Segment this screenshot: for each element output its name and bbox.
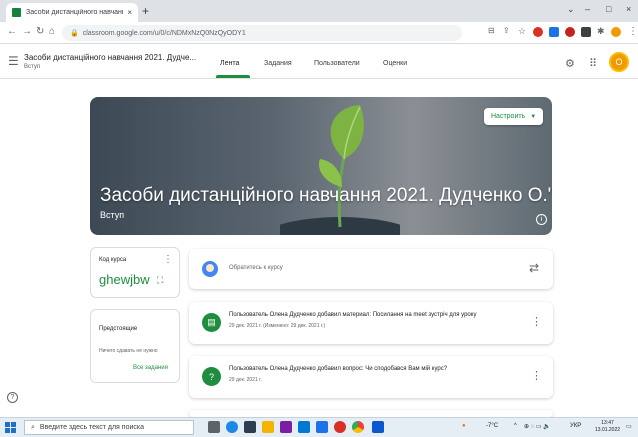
notifications-icon[interactable]: ▭ xyxy=(626,423,632,430)
banner-title: Засоби дистанційного навчання 2021. Дудч… xyxy=(100,185,552,206)
post-title: Пользователь Олена Дудченко добавил вопр… xyxy=(229,366,448,372)
tab-search-icon[interactable]: ⌄ xyxy=(567,4,575,15)
home-icon[interactable]: ⌂ xyxy=(49,26,55,37)
back-icon[interactable]: ← xyxy=(7,26,17,37)
task-view-icon[interactable] xyxy=(208,421,220,433)
class-code-card: Код курса ⋮ ghewjbw ⛶ xyxy=(90,247,180,298)
upcoming-title: Предстоящие xyxy=(99,326,138,332)
stream-post-partial xyxy=(189,410,553,417)
active-tab-indicator xyxy=(216,75,250,78)
user-avatar xyxy=(202,261,218,277)
app-icon[interactable] xyxy=(372,421,384,433)
help-icon[interactable]: ? xyxy=(7,392,18,403)
store-icon[interactable] xyxy=(244,421,256,433)
address-url: classroom.google.com/u/0/c/NDMxNzQ0NzQyO… xyxy=(82,29,246,37)
class-banner: Настроить ▼ Засоби дистанційного навчанн… xyxy=(90,97,552,235)
view-all-link[interactable]: Все задания xyxy=(133,365,168,371)
taskbar-clock[interactable]: 13:47 13.01.2022 xyxy=(595,420,620,434)
bookmark-star-icon[interactable]: ☆ xyxy=(518,26,526,37)
class-subtitle: Вступ xyxy=(24,64,41,70)
close-window-button[interactable]: × xyxy=(626,4,631,14)
stream-post[interactable]: ▤ Пользователь Олена Дудченко добавил ма… xyxy=(189,302,553,344)
opera-icon[interactable] xyxy=(334,421,346,433)
weather-icon[interactable]: ● xyxy=(462,423,466,429)
lock-icon: 🔒 xyxy=(70,30,79,37)
class-code-value: ghewjbw xyxy=(99,272,150,287)
new-tab-button[interactable]: + xyxy=(142,4,149,18)
settings-gear-icon[interactable]: ⚙ xyxy=(565,57,575,70)
windows-taskbar: ⌕ Введите здесь текст для поиска ● -7°C … xyxy=(0,417,638,437)
share-with-class-box[interactable]: Обратитесь к курсу ⇄ xyxy=(189,249,553,289)
browser-tabstrip: Засоби дистанційного навчанн × + ⌄ – □ × xyxy=(0,0,638,22)
upcoming-text: Ничего сдавать не нужно xyxy=(99,348,158,354)
tab-stream[interactable]: Лента xyxy=(220,60,239,67)
search-icon: ⌕ xyxy=(31,423,35,431)
customize-label: Настроить xyxy=(491,113,526,120)
dropdown-caret-icon: ▼ xyxy=(530,113,537,120)
class-info-icon[interactable]: i xyxy=(536,214,547,225)
close-tab-icon[interactable]: × xyxy=(127,8,132,17)
chrome-icon[interactable] xyxy=(352,421,364,433)
tab-people[interactable]: Пользователи xyxy=(314,60,360,67)
tab-grades[interactable]: Оценки xyxy=(383,60,407,67)
class-code-label: Код курса xyxy=(99,257,127,263)
extension-red-icon[interactable] xyxy=(565,27,575,37)
file-explorer-icon[interactable] xyxy=(262,421,274,433)
share-icon[interactable]: ⇪ xyxy=(503,26,510,35)
classroom-header: ☰ Засоби дистанційного навчання 2021. Ду… xyxy=(0,45,638,79)
browser-toolbar: ← → ↻ ⌂ 🔒 classroom.google.com/u/0/c/NDM… xyxy=(0,22,638,44)
account-avatar[interactable]: О xyxy=(609,52,629,72)
extension-opera-icon[interactable] xyxy=(533,27,543,37)
stream-post[interactable]: ? Пользователь Олена Дудченко добавил во… xyxy=(189,356,553,398)
mail-icon[interactable] xyxy=(298,421,310,433)
edge-icon[interactable] xyxy=(226,421,238,433)
taskbar-search-box[interactable]: ⌕ Введите здесь текст для поиска xyxy=(24,420,194,435)
profile-avatar-icon[interactable] xyxy=(611,27,621,37)
customize-button[interactable]: Настроить ▼ xyxy=(484,108,544,125)
extension-grid-icon[interactable] xyxy=(581,27,591,37)
post-more-icon[interactable]: ⋮ xyxy=(531,315,542,328)
tab-classwork[interactable]: Задания xyxy=(264,60,292,67)
forward-icon[interactable]: → xyxy=(22,26,32,37)
puzzle-extensions-icon[interactable]: ✱ xyxy=(597,26,605,37)
tray-chevron-icon[interactable]: ^ xyxy=(514,423,517,429)
reload-icon[interactable]: ↻ xyxy=(36,26,44,37)
material-icon: ▤ xyxy=(202,313,221,332)
taskbar-search-placeholder: Введите здесь текст для поиска xyxy=(39,424,144,431)
class-title[interactable]: Засоби дистанційного навчання 2021. Дудч… xyxy=(24,53,196,62)
tray-icons[interactable]: ⊕ ◌ ▭ 🔈 xyxy=(524,423,551,430)
maximize-button[interactable]: □ xyxy=(606,4,611,14)
browser-tab-title: Засоби дистанційного навчанн xyxy=(26,9,124,16)
post-more-icon[interactable]: ⋮ xyxy=(531,369,542,382)
class-code-more-icon[interactable]: ⋮ xyxy=(163,254,173,265)
post-date: 29 дек. 2021 г. (Изменено: 29 дек. 2021 … xyxy=(229,323,326,329)
classroom-favicon-icon xyxy=(12,8,21,17)
clock-time: 13:47 xyxy=(601,420,614,426)
post-title: Пользователь Олена Дудченко добавил мате… xyxy=(229,312,477,318)
minimize-button[interactable]: – xyxy=(585,4,590,14)
banner-plant-image xyxy=(280,105,400,235)
question-icon: ? xyxy=(202,367,221,386)
fullscreen-code-icon[interactable]: ⛶ xyxy=(157,275,163,286)
browser-menu-icon[interactable]: ⋮ xyxy=(628,26,638,37)
windows-start-icon[interactable] xyxy=(5,422,16,433)
app-icon[interactable] xyxy=(316,421,328,433)
apps-grid-icon[interactable]: ⠿ xyxy=(589,57,597,70)
language-indicator[interactable]: УКР xyxy=(570,423,581,429)
post-date: 29 дек. 2021 г. xyxy=(229,377,262,383)
app-icon[interactable] xyxy=(280,421,292,433)
address-bar[interactable]: 🔒 classroom.google.com/u/0/c/NDMxNzQ0NzQ… xyxy=(62,25,462,41)
extension-blue-icon[interactable] xyxy=(549,27,559,37)
install-icon[interactable]: ⊟ xyxy=(488,26,495,35)
temperature-text[interactable]: -7°C xyxy=(486,423,498,429)
upcoming-card: Предстоящие Ничего сдавать не нужно Все … xyxy=(90,309,180,383)
browser-tab[interactable]: Засоби дистанційного навчанн × xyxy=(6,3,138,22)
share-placeholder: Обратитесь к курсу xyxy=(229,265,283,271)
main-menu-icon[interactable]: ☰ xyxy=(8,54,19,68)
clock-date: 13.01.2022 xyxy=(595,427,621,433)
banner-subtitle: Вступ xyxy=(100,210,125,220)
repost-icon[interactable]: ⇄ xyxy=(529,261,539,275)
